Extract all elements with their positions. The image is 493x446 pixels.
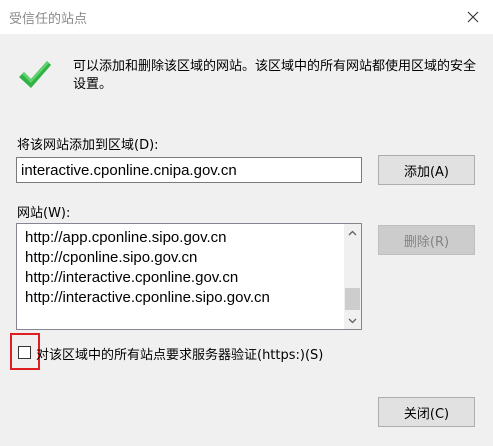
info-description: 可以添加和删除该区域的网站。该区域中的所有网站都使用区域的安全设置。 <box>73 59 477 92</box>
window-title: 受信任的站点 <box>9 12 88 27</box>
close-button[interactable]: 关闭(C) <box>378 397 475 427</box>
close-icon <box>467 11 479 23</box>
chevron-down-icon <box>348 318 357 323</box>
sites-label: 网站(W): <box>17 206 71 221</box>
chevron-up-icon <box>348 230 357 235</box>
scroll-down-button[interactable] <box>344 312 361 329</box>
checkmark-icon <box>19 61 51 88</box>
add-site-input[interactable] <box>16 157 362 183</box>
add-button[interactable]: 添加(A) <box>378 155 475 185</box>
sites-listbox[interactable]: http://app.cponline.sipo.gov.cn http://c… <box>16 223 362 330</box>
list-item[interactable]: http://interactive.cponline.sipo.gov.cn <box>25 288 270 308</box>
list-scrollbar[interactable] <box>344 224 361 329</box>
trusted-sites-dialog: 受信任的站点 可以添加和删除该区域的网站。该区域中的所有网站都使用区域的安全设置… <box>0 0 493 446</box>
list-item[interactable]: http://interactive.cponline.gov.cn <box>25 268 238 288</box>
list-item[interactable]: http://app.cponline.sipo.gov.cn <box>25 228 227 248</box>
list-item[interactable]: http://cponline.sipo.gov.cn <box>25 248 197 268</box>
title-bar: 受信任的站点 <box>0 0 493 34</box>
remove-button[interactable]: 删除(R) <box>378 225 475 255</box>
https-verification-label[interactable]: 对该区域中的所有站点要求服务器验证(https:)(S) <box>36 344 323 363</box>
scroll-up-button[interactable] <box>344 224 361 241</box>
scroll-thumb[interactable] <box>345 288 360 310</box>
close-window-button[interactable] <box>460 6 486 28</box>
add-site-label: 将该网站添加到区域(D): <box>17 138 159 153</box>
